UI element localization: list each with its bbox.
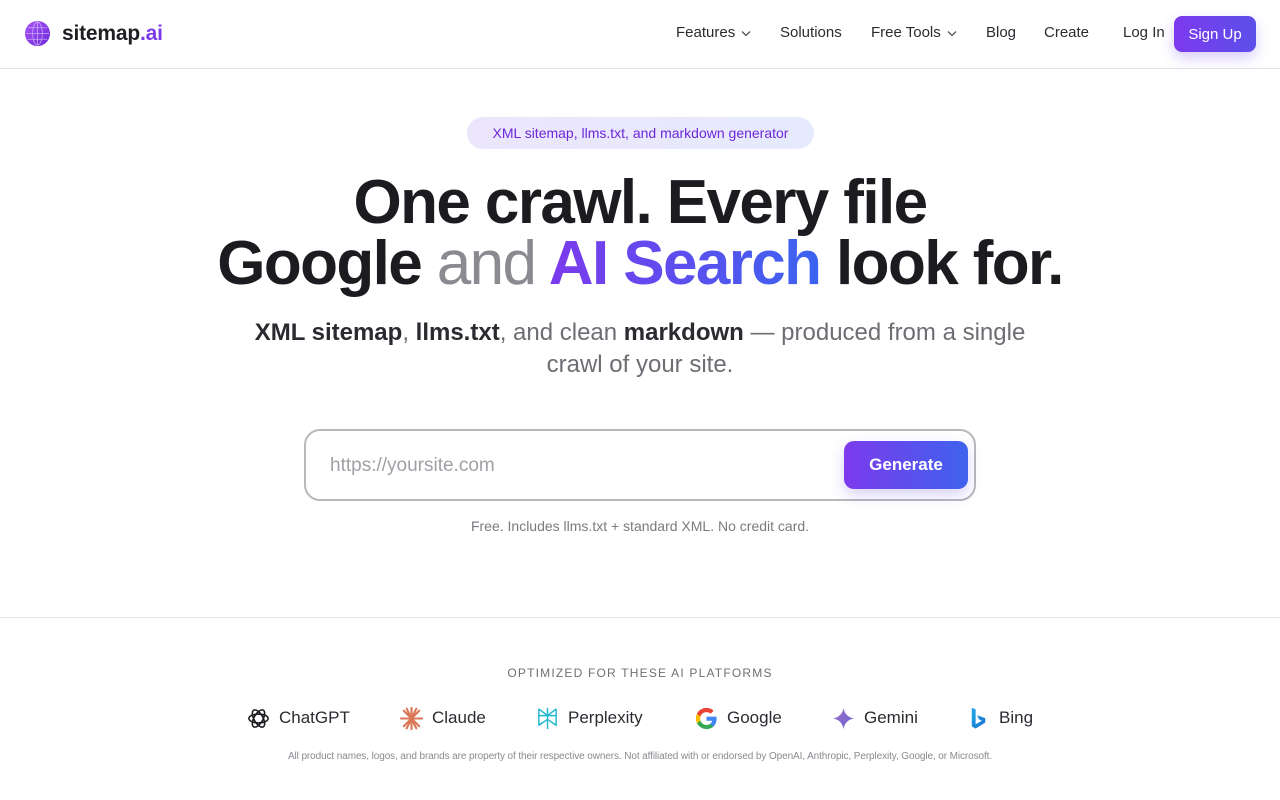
- hero-headline: One crawl. Every file Google and AI Sear…: [140, 172, 1140, 295]
- login-label: Log In: [1123, 24, 1165, 41]
- nav-features-label: Features: [676, 24, 736, 41]
- platform-label: Google: [727, 708, 782, 727]
- nav-solutions-label: Solutions: [780, 24, 842, 41]
- nav-free-tools-label: Free Tools: [871, 24, 941, 41]
- platforms-title: OPTIMIZED FOR THESE AI PLATFORMS: [507, 666, 773, 680]
- sub-mid: , and clean: [499, 319, 618, 346]
- platform-label: Claude: [432, 708, 486, 727]
- section-divider: [0, 617, 1280, 618]
- platform-label: Perplexity: [568, 708, 643, 727]
- brand-name: sitemap.ai: [62, 21, 163, 45]
- sub-xml: XML sitemap: [254, 319, 403, 346]
- nav-solutions[interactable]: Solutions: [780, 24, 842, 41]
- sub-markdown: markdown: [623, 319, 744, 346]
- platform-google: Google: [694, 705, 782, 731]
- perplexity-icon: [538, 707, 557, 729]
- nav-blog-label: Blog: [986, 24, 1017, 41]
- nav-create[interactable]: Create: [1044, 24, 1089, 41]
- form-fineprint: Free. Includes llms.txt + standard XML. …: [470, 518, 810, 534]
- trademark-disclaimer: All product names, logos, and brands are…: [287, 751, 993, 762]
- logo-link[interactable]: sitemap.ai: [24, 20, 163, 47]
- headline-end: look for.: [836, 229, 1064, 298]
- platform-label: Bing: [999, 708, 1034, 727]
- login-link[interactable]: Log In: [1123, 24, 1165, 41]
- headline-line-1: One crawl. Every file: [353, 168, 929, 237]
- gemini-icon: [832, 707, 855, 729]
- headline-google: Google: [217, 229, 423, 298]
- sub-llms: llms.txt: [415, 319, 500, 346]
- generate-button[interactable]: Generate: [844, 441, 968, 489]
- platform-claude: Claude: [399, 705, 486, 731]
- claude-icon: [399, 706, 424, 730]
- platform-label: ChatGPT: [279, 708, 350, 727]
- product-badge: XML sitemap, llms.txt, and markdown gene…: [467, 117, 814, 149]
- chatgpt-icon: [248, 708, 269, 728]
- nav-blog[interactable]: Blog: [986, 24, 1016, 41]
- globe-logo-icon: [24, 20, 51, 47]
- platform-perplexity: Perplexity: [535, 705, 643, 731]
- url-input[interactable]: [330, 449, 830, 483]
- url-form: Generate: [304, 429, 976, 501]
- site-header: sitemap.ai Features Solutions Free Tools…: [0, 0, 1280, 69]
- signup-button[interactable]: Sign Up: [1174, 16, 1256, 52]
- nav-create-label: Create: [1044, 24, 1090, 41]
- nav-features[interactable]: Features: [676, 24, 752, 41]
- platform-label: Gemini: [864, 708, 918, 727]
- bing-icon: [971, 707, 986, 729]
- chevron-down-icon: [741, 30, 751, 36]
- headline-and: and: [436, 229, 537, 298]
- platform-chatgpt: ChatGPT: [246, 705, 350, 731]
- hero-subheading: XML sitemap, llms.txt, and clean markdow…: [240, 317, 1040, 381]
- chevron-down-icon: [947, 30, 957, 36]
- platform-bing: Bing: [966, 705, 1033, 731]
- sub-comma: ,: [402, 319, 409, 346]
- headline-ai-search: AI Search: [548, 229, 822, 298]
- sub-end: — produced from a single crawl of your s…: [546, 319, 1026, 378]
- google-icon: [695, 707, 717, 729]
- nav-free-tools[interactable]: Free Tools: [871, 24, 958, 41]
- platform-gemini: Gemini: [831, 705, 918, 731]
